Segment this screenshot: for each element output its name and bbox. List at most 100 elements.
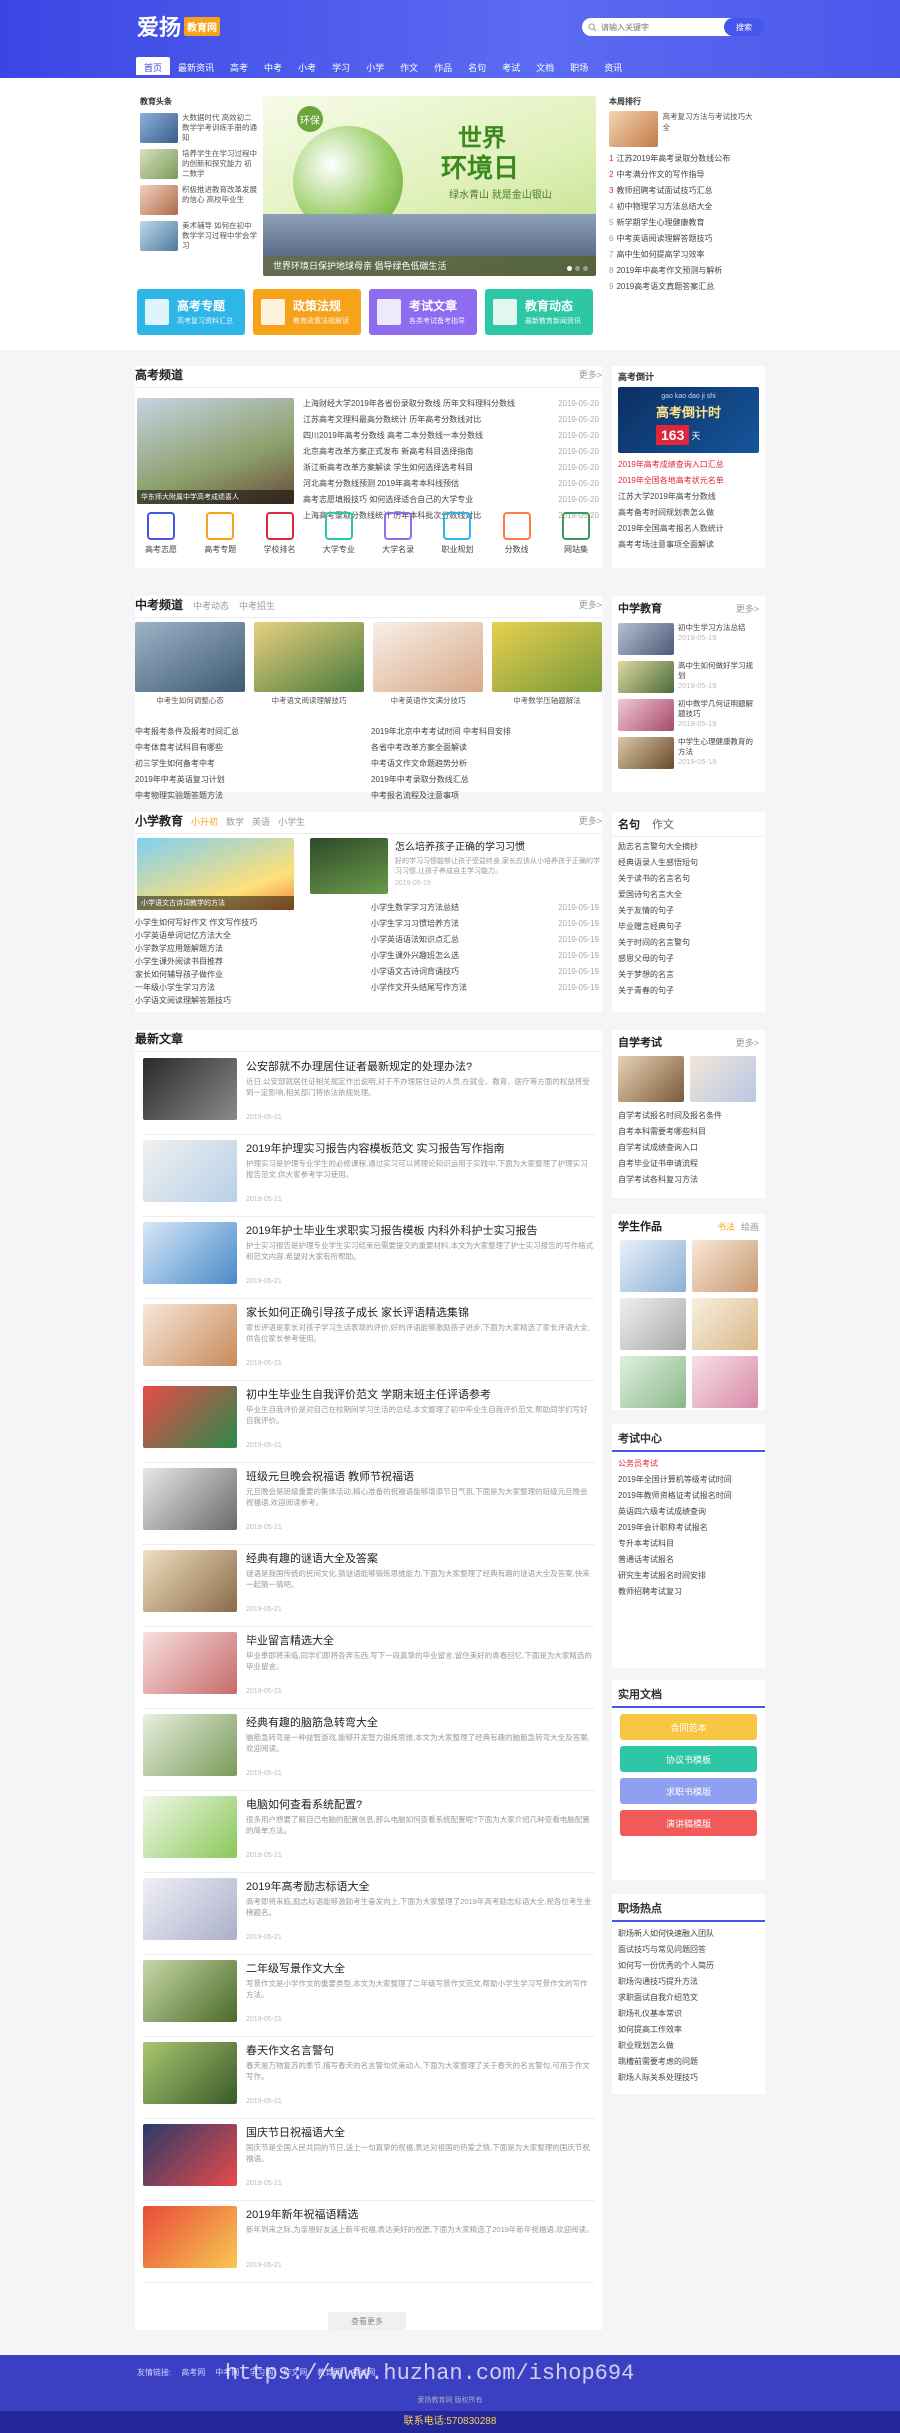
- headline-item[interactable]: 美术辅导 如何在初中数学学习过程中学会学习: [140, 221, 258, 251]
- self-exam-item[interactable]: 自学考试报名时间及报名条件: [618, 1108, 759, 1124]
- gaokao-news-item[interactable]: 浙江新高考改革方案解读 学生如何选择选考科目 2019-05-20: [303, 460, 599, 476]
- nav-item[interactable]: 学习: [324, 57, 358, 75]
- article-item[interactable]: 2019年新年祝福语精选 新年到来之际,为亲朋好友送上新年祝福,表达美好的祝愿,下…: [143, 2198, 595, 2283]
- student-work-thumb[interactable]: [692, 1298, 758, 1350]
- self-exam-thumb[interactable]: [690, 1056, 756, 1102]
- gaokao-photo[interactable]: 华东师大附属中学高考成绩喜人: [137, 398, 294, 504]
- exam-center-item[interactable]: 普通话考试报名: [618, 1552, 759, 1568]
- nav-item[interactable]: 文档: [528, 57, 562, 75]
- zhongkao-news-item[interactable]: 中考报考条件及报考时间汇总: [135, 724, 363, 740]
- exam-center-item[interactable]: 2019年全国计算机等级考试时间: [618, 1472, 759, 1488]
- article-item[interactable]: 春天作文名言警句 春天是万物复苏的季节,描写春天的名言警句优美动人,下面为大家整理…: [143, 2034, 595, 2119]
- nav-item[interactable]: 最新资讯: [170, 57, 222, 75]
- student-work-thumb[interactable]: [692, 1240, 758, 1292]
- zhongkao-tab[interactable]: 中考动态: [193, 599, 229, 612]
- student-work-tab[interactable]: 书法: [717, 1220, 735, 1233]
- gaokao-icon-link[interactable]: 大学名录: [372, 512, 424, 555]
- banner-dot[interactable]: [575, 266, 580, 271]
- gaokao-icon-link[interactable]: 分数线: [491, 512, 543, 555]
- career-item[interactable]: 求职面试自我介绍范文: [618, 1990, 759, 2006]
- career-item[interactable]: 职场人际关系处理技巧: [618, 2070, 759, 2086]
- xiaoxue-news-item[interactable]: 小学数学应用题解题方法: [135, 942, 363, 955]
- xiaoxue-feature-photo[interactable]: [310, 838, 388, 894]
- feature-card[interactable]: 政策法规 教育政策法规解读: [253, 289, 361, 335]
- career-item[interactable]: 职业规划怎么做: [618, 2038, 759, 2054]
- quote-item[interactable]: 经典语录人生感悟短句: [618, 855, 759, 871]
- gaokao-icon-link[interactable]: 高考志愿: [135, 512, 187, 555]
- quote-item[interactable]: 关于青春的句子: [618, 983, 759, 999]
- article-item[interactable]: 二年级写景作文大全 写景作文是小学作文的重要类型,本文为大家整理了二年级写景作文范…: [143, 1952, 595, 2037]
- middle-school-item[interactable]: 初中数学几何证明题解题技巧 2019-05-19: [612, 696, 765, 734]
- zhongkao-tab[interactable]: 中考招生: [239, 599, 275, 612]
- search-button[interactable]: 搜索: [724, 18, 764, 36]
- nav-item[interactable]: 首页: [136, 57, 171, 75]
- nav-item[interactable]: 中考: [256, 57, 290, 75]
- nav-item[interactable]: 职场: [562, 57, 596, 75]
- gaokao-icon-link[interactable]: 大学专业: [313, 512, 365, 555]
- gaokao-news-item[interactable]: 河北高考分数线预测 2019年高考本科线预估 2019-05-20: [303, 476, 599, 492]
- weekly-item[interactable]: 2 中考满分作文的写作指导: [609, 167, 759, 183]
- gaokao-news-item[interactable]: 江苏高考文理科最高分数统计 历年高考分数线对比 2019-05-20: [303, 412, 599, 428]
- quote-item[interactable]: 关于时间的名言警句: [618, 935, 759, 951]
- xiaoxue-tab[interactable]: 小学生: [278, 815, 305, 828]
- article-item[interactable]: 经典有趣的脑筋急转弯大全 脑筋急转弯是一种益智游戏,能够开发智力锻炼思维,本文为大…: [143, 1706, 595, 1791]
- xiaoxue-more-link[interactable]: 更多>: [579, 814, 602, 827]
- quote-item[interactable]: 关于读书的名言名句: [618, 871, 759, 887]
- career-item[interactable]: 如何写一份优秀的个人简历: [618, 1958, 759, 1974]
- article-item[interactable]: 毕业留言精选大全 毕业季即将来临,同学们即将各奔东西,写下一段真挚的毕业留言,留住…: [143, 1624, 595, 1709]
- doc-button[interactable]: 演讲稿模版: [620, 1810, 757, 1836]
- xiaoxue-news-item[interactable]: 小学语文古诗词背诵技巧 2019-05-19: [371, 964, 599, 980]
- xiaoxue-news-item[interactable]: 小学英语单词记忆方法大全: [135, 929, 363, 942]
- headline-item[interactable]: 积极推进教育改革发展的信心 高校毕业生: [140, 185, 258, 215]
- quotes-tab[interactable]: 名句: [618, 816, 640, 832]
- xiaoxue-tab[interactable]: 英语: [252, 815, 270, 828]
- exam-center-item[interactable]: 教师招聘考试复习: [618, 1584, 759, 1600]
- article-item[interactable]: 班级元旦晚会祝福语 教师节祝福语 元旦晚会是班级重要的集体活动,精心准备的祝福语能…: [143, 1460, 595, 1545]
- weekly-item[interactable]: 7 高中生如何提高学习效率: [609, 247, 759, 263]
- feature-card[interactable]: 高考专题 高考复习资料汇总: [137, 289, 245, 335]
- career-item[interactable]: 如何提高工作效率: [618, 2022, 759, 2038]
- quote-item[interactable]: 爱国诗句名言大全: [618, 887, 759, 903]
- weekly-top[interactable]: 高考复习方法与考试技巧大全: [609, 111, 759, 147]
- quote-item[interactable]: 励志名言警句大全摘抄: [618, 839, 759, 855]
- xiaoxue-news-item[interactable]: 小学生如何写好作文 作文写作技巧: [135, 916, 363, 929]
- nav-item[interactable]: 小考: [290, 57, 324, 75]
- countdown-link[interactable]: 2019年全国高考报名人数统计: [618, 521, 759, 537]
- hero-banner[interactable]: 环保 世界 环境日 绿水青山 就是金山银山 世界环境日保护地球母亲 倡导绿色低碳…: [263, 96, 596, 276]
- weekly-item[interactable]: 4 初中物理学习方法总结大全: [609, 199, 759, 215]
- gaokao-news-item[interactable]: 北京高考改革方案正式发布 新高考科目选择指南 2019-05-20: [303, 444, 599, 460]
- xiaoxue-tab[interactable]: 数学: [226, 815, 244, 828]
- self-exam-item[interactable]: 自考毕业证书申请流程: [618, 1156, 759, 1172]
- gaokao-news-item[interactable]: 上海财经大学2019年各省份录取分数线 历年文科理科分数线 2019-05-20: [303, 396, 599, 412]
- article-item[interactable]: 公安部就不办理居住证者最新规定的处理办法? 近日,公安部就居住证相关规定作出说明,…: [143, 1050, 595, 1135]
- footer-link[interactable]: 高考网: [181, 2367, 205, 2378]
- gaokao-more-link[interactable]: 更多>: [579, 368, 602, 381]
- student-work-tab[interactable]: 绘画: [741, 1220, 759, 1233]
- career-item[interactable]: 面试技巧与常见问题回答: [618, 1942, 759, 1958]
- self-exam-item[interactable]: 自学考试各科复习方法: [618, 1172, 759, 1188]
- zhongkao-photo-item[interactable]: 中考语文阅读理解技巧: [254, 622, 364, 706]
- gaokao-icon-link[interactable]: 高考专题: [194, 512, 246, 555]
- feature-card[interactable]: 教育动态 最新教育新闻资讯: [485, 289, 593, 335]
- xiaoxue-news-item[interactable]: 小学生数学学习方法总结 2019-05-19: [371, 900, 599, 916]
- zhongkao-news-item[interactable]: 2019年中考英语复习计划: [135, 772, 363, 788]
- self-exam-item[interactable]: 自学考试成绩查询入口: [618, 1140, 759, 1156]
- article-item[interactable]: 电脑如何查看系统配置? 很多用户想要了解自己电脑的配置信息,那么电脑如何查看系统配…: [143, 1788, 595, 1873]
- self-exam-more[interactable]: 更多>: [736, 1036, 759, 1049]
- weekly-item[interactable]: 6 中考英语阅读理解答题技巧: [609, 231, 759, 247]
- zhongkao-photo-item[interactable]: 中考生如何调整心态: [135, 622, 245, 706]
- doc-button[interactable]: 求职书模版: [620, 1778, 757, 1804]
- gaokao-news-item[interactable]: 高考志愿填报技巧 如何选择适合自己的大学专业 2019-05-20: [303, 492, 599, 508]
- article-item[interactable]: 2019年高考励志标语大全 高考即将来临,励志标语能够激励考生奋发向上,下面为大家…: [143, 1870, 595, 1955]
- gaokao-icon-link[interactable]: 职业规划: [431, 512, 483, 555]
- countdown-link[interactable]: 2019年高考成绩查询入口汇总: [618, 457, 759, 473]
- exam-center-item[interactable]: 英语四六级考试成绩查询: [618, 1504, 759, 1520]
- banner-dot[interactable]: [583, 266, 588, 271]
- career-item[interactable]: 职场新人如何快速融入团队: [618, 1926, 759, 1942]
- xiaoxue-news-item[interactable]: 家长如何辅导孩子做作业: [135, 968, 363, 981]
- middle-school-item[interactable]: 初中生学习方法总结 2019-05-19: [612, 620, 765, 658]
- banner-dot[interactable]: [567, 266, 572, 271]
- nav-item[interactable]: 高考: [222, 57, 256, 75]
- countdown-link[interactable]: 2019年全国各地高考状元名单: [618, 473, 759, 489]
- article-item[interactable]: 国庆节日祝福语大全 国庆节是全国人民共同的节日,送上一句真挚的祝福,表达对祖国的热…: [143, 2116, 595, 2201]
